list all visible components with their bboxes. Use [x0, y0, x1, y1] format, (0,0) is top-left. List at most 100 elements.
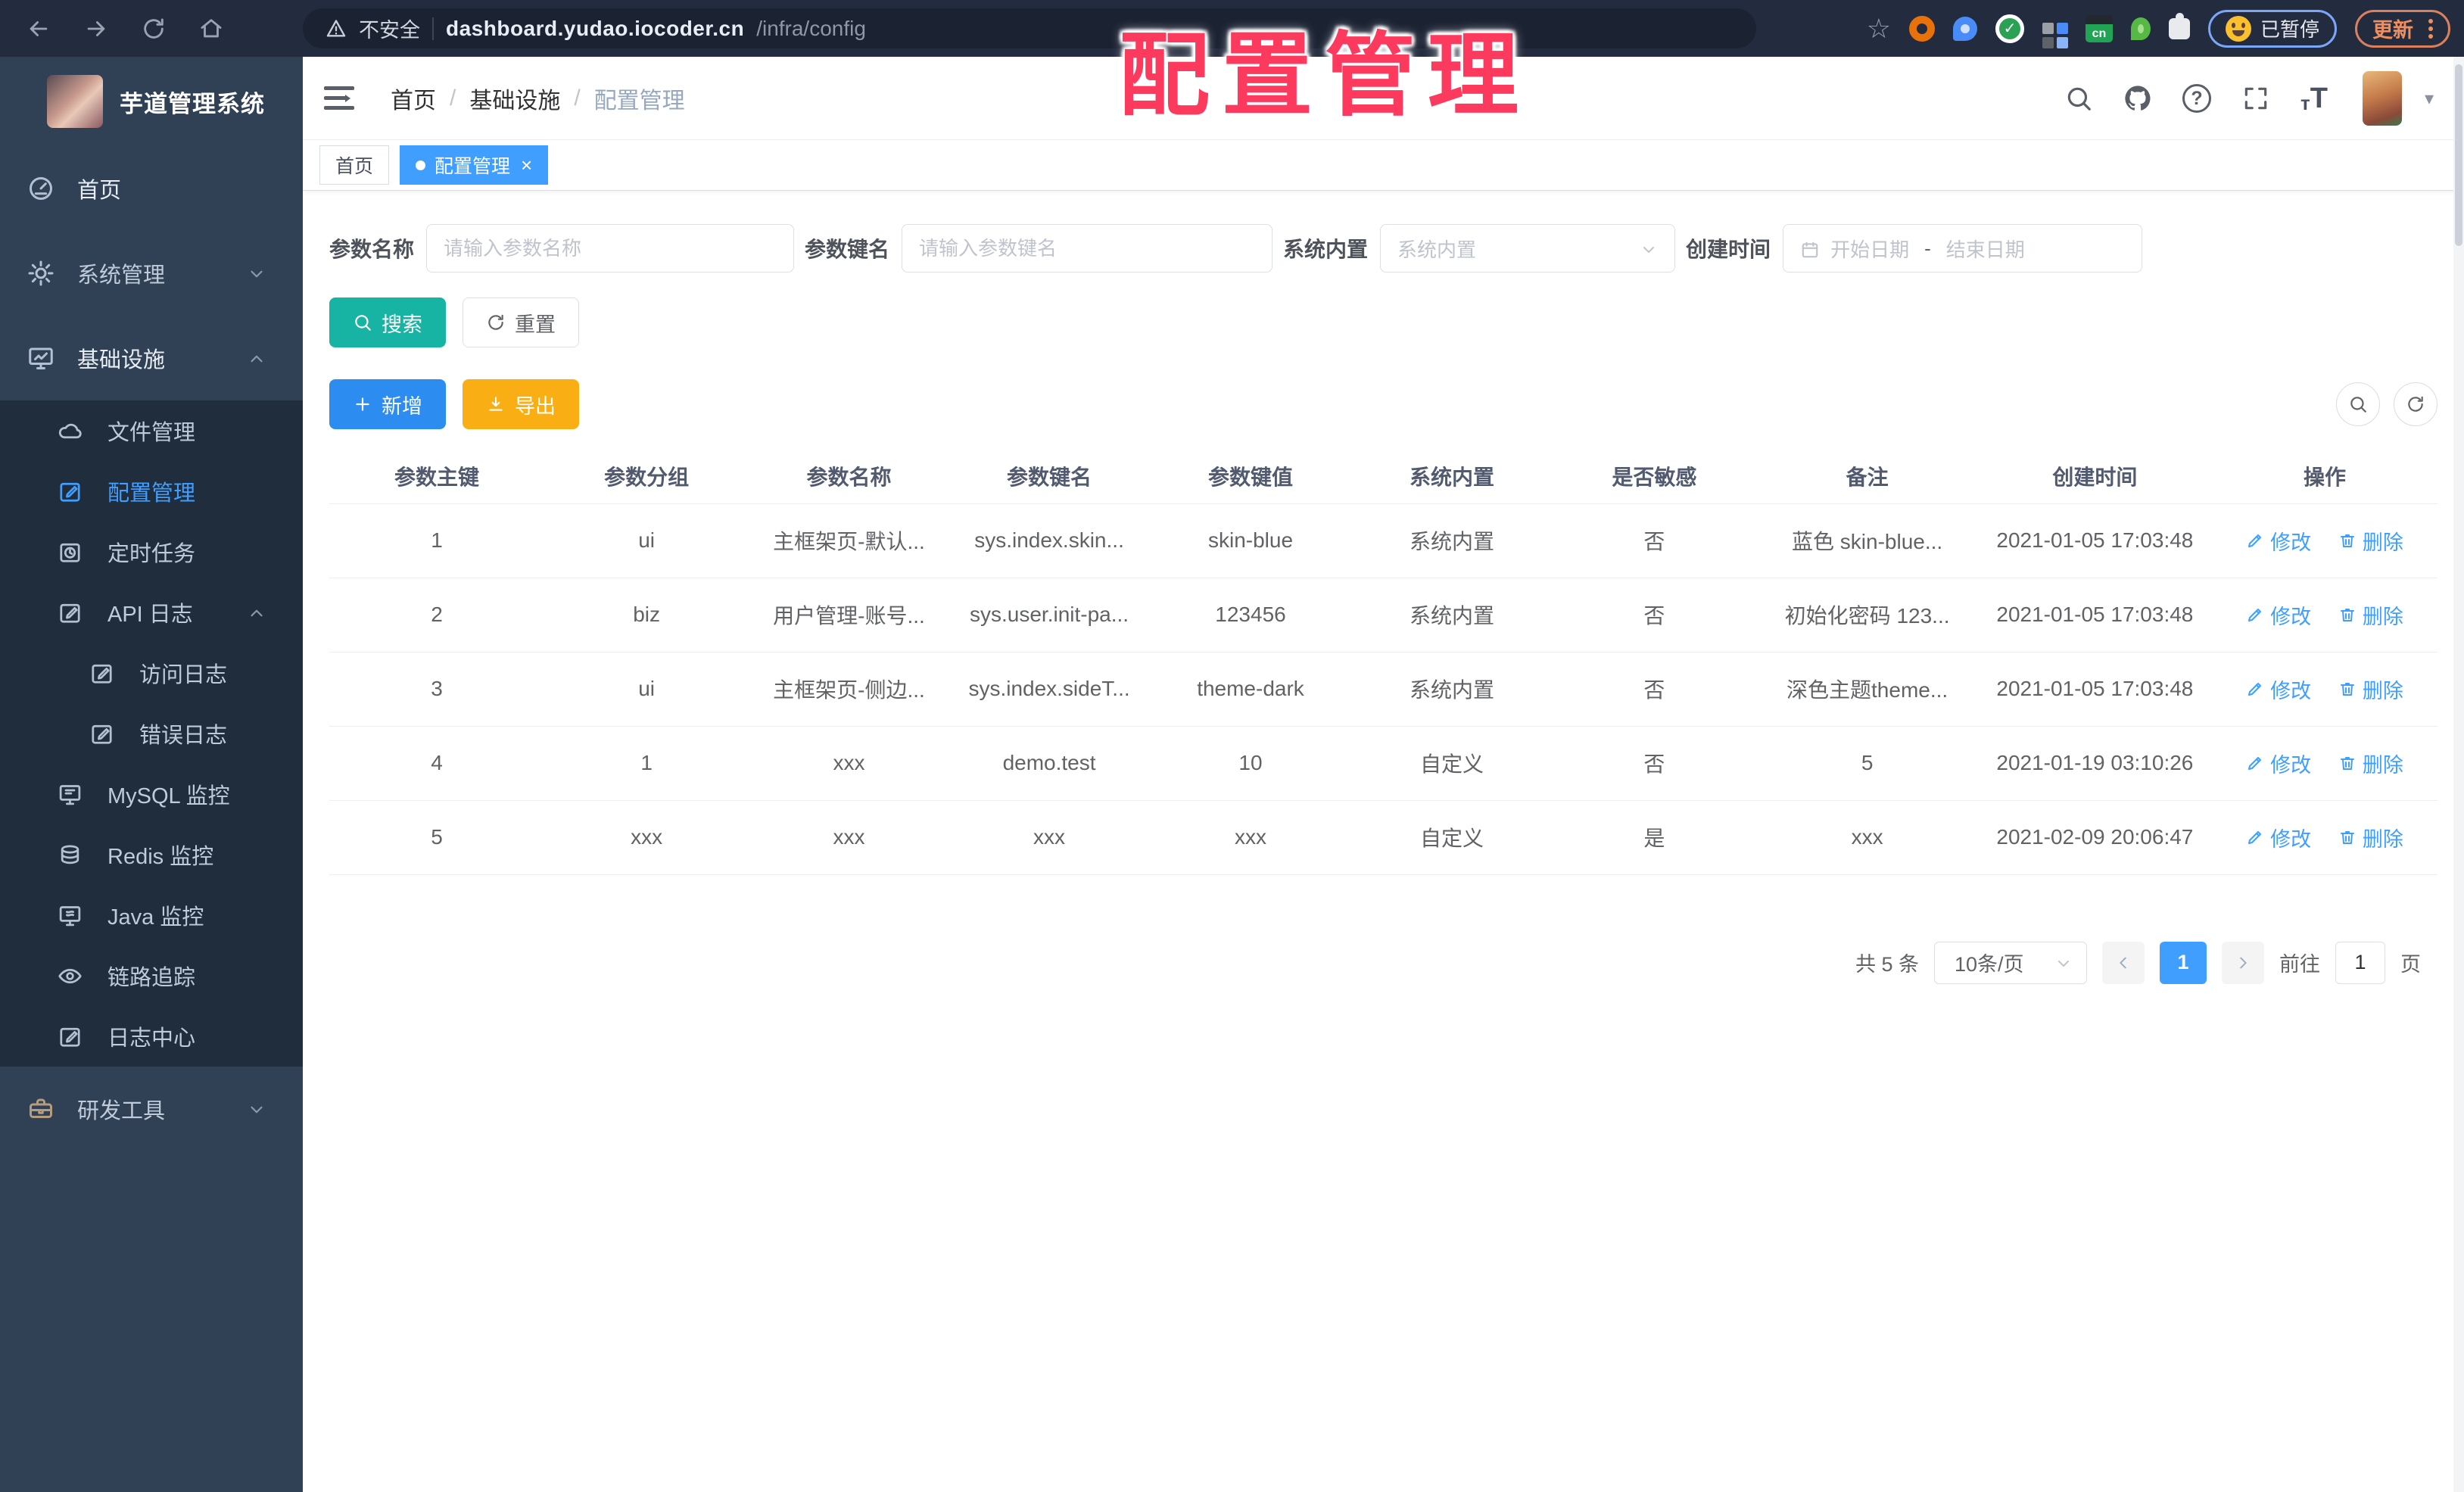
delete-row-button[interactable]: 删除: [2338, 526, 2403, 556]
breadcrumb-home[interactable]: 首页: [391, 82, 436, 115]
table-row: 3 ui 主框架页-侧边... sys.index.sideT... theme…: [329, 652, 2438, 727]
database-icon: [58, 841, 88, 868]
user-avatar[interactable]: [2362, 71, 2402, 126]
extension-ring-icon[interactable]: [1908, 15, 1935, 42]
export-button[interactable]: 导出: [463, 379, 579, 429]
param-key-input[interactable]: [902, 224, 1273, 273]
goto-page-input[interactable]: [2335, 941, 2385, 984]
col-remark: 备注: [1756, 449, 1978, 504]
sidebar-item-file-management[interactable]: 文件管理: [0, 400, 303, 461]
add-button[interactable]: 新增: [329, 379, 446, 429]
breadcrumb-infrastructure[interactable]: 基础设施: [469, 82, 560, 115]
edit-row-button[interactable]: 修改: [2246, 749, 2311, 778]
trash-icon: [2338, 606, 2357, 624]
extension-plant-icon[interactable]: [2130, 17, 2151, 40]
tag-home[interactable]: 首页: [319, 145, 390, 185]
next-page-button[interactable]: [2222, 941, 2264, 984]
start-date-placeholder: 开始日期: [1830, 238, 1910, 261]
extension-grid-icon[interactable]: [2042, 23, 2054, 34]
extension-cn-icon[interactable]: cn: [2085, 14, 2113, 42]
delete-row-button[interactable]: 删除: [2338, 749, 2403, 778]
system-builtin-select[interactable]: 系统内置: [1380, 224, 1676, 273]
main-area: 首页 / 基础设施 / 配置管理 ? тT ▾ 首页 配置管理 × 参数名称 请…: [303, 57, 2464, 1492]
scrollbar-thumb[interactable]: [2455, 64, 2462, 246]
toggle-search-button[interactable]: [2336, 382, 2380, 426]
sidebar-item-access-logs[interactable]: 访问日志: [0, 643, 303, 703]
browser-menu-icon[interactable]: [2428, 26, 2433, 31]
table-cell: 3: [329, 652, 545, 727]
close-tag-icon[interactable]: ×: [521, 155, 532, 175]
sidebar-item-api-logs[interactable]: API 日志: [0, 582, 303, 643]
help-icon[interactable]: ?: [2182, 84, 2211, 113]
edit-row-button[interactable]: 修改: [2246, 600, 2311, 630]
refresh-table-button[interactable]: [2394, 382, 2438, 426]
table-cell: xxx: [949, 800, 1150, 875]
sidebar-item-redis-monitor[interactable]: Redis 监控: [0, 824, 303, 885]
sidebar-item-java-monitor[interactable]: Java 监控: [0, 885, 303, 945]
browser-home-icon[interactable]: [198, 16, 224, 42]
sidebar-item-tracing[interactable]: 链路追踪: [0, 945, 303, 1006]
sidebar-item-log-center[interactable]: 日志中心: [0, 1006, 303, 1067]
pencil-icon: [2246, 828, 2264, 846]
bookmark-star-icon[interactable]: ☆: [1867, 14, 1891, 42]
page-number-button[interactable]: 1: [2160, 941, 2207, 984]
avatar-caret-down-icon[interactable]: ▾: [2425, 88, 2434, 110]
edit-row-button[interactable]: 修改: [2246, 823, 2311, 852]
page-scrollbar[interactable]: [2453, 57, 2464, 1492]
reload-icon[interactable]: [141, 16, 167, 42]
param-name-input[interactable]: [426, 224, 795, 273]
table-cell: 系统内置: [1351, 578, 1553, 653]
github-icon[interactable]: [2123, 84, 2152, 113]
plus-icon: [353, 394, 372, 414]
sidebar-item-system-management[interactable]: 系统管理: [0, 231, 303, 316]
back-icon[interactable]: [26, 16, 51, 42]
prev-page-button[interactable]: [2102, 941, 2145, 984]
goto-label: 前往: [2279, 953, 2320, 976]
address-bar[interactable]: 不安全 dashboard.yudao.iocoder.cn /infra/co…: [303, 8, 1756, 48]
hamburger-icon[interactable]: [324, 86, 354, 110]
table-cell: sys.user.init-pa...: [949, 578, 1150, 653]
sidebar-item-home[interactable]: 首页: [0, 146, 303, 231]
col-param-key: 参数键名: [949, 449, 1150, 504]
page-size-select[interactable]: 10条/页: [1934, 941, 2087, 984]
search-button[interactable]: 搜索: [329, 297, 446, 347]
update-browser-button[interactable]: 更新: [2355, 9, 2450, 48]
table-cell: 2021-01-19 03:10:26: [1977, 726, 2212, 801]
reset-button[interactable]: 重置: [463, 297, 579, 347]
edit-row-button[interactable]: 修改: [2246, 674, 2311, 704]
forward-icon[interactable]: [83, 16, 109, 42]
edit-row-button[interactable]: 修改: [2246, 526, 2311, 556]
table-cell: 2021-01-05 17:03:48: [1977, 652, 2212, 727]
sidebar-logo-row[interactable]: 芋道管理系统: [0, 57, 303, 146]
param-key-label: 参数键名: [805, 238, 890, 261]
sidebar-item-dev-tools[interactable]: 研发工具: [0, 1067, 303, 1151]
table-cell: 2021-01-05 17:03:48: [1977, 503, 2212, 578]
table-cell: xxx: [1756, 800, 1978, 875]
date-range-picker[interactable]: 开始日期 - 结束日期: [1783, 224, 2143, 273]
tag-config-management[interactable]: 配置管理 ×: [400, 145, 549, 185]
search-icon[interactable]: [2064, 84, 2093, 113]
sidebar-item-mysql-monitor[interactable]: MySQL 监控: [0, 764, 303, 824]
monitor-screen-icon: [58, 780, 88, 808]
delete-row-button[interactable]: 删除: [2338, 600, 2403, 630]
config-table: 参数主键 参数分组 参数名称 参数键名 参数键值 系统内置 是否敏感 备注 创建…: [329, 449, 2438, 875]
extensions-puzzle-icon[interactable]: [2168, 12, 2190, 39]
delete-row-button[interactable]: 删除: [2338, 823, 2403, 852]
sidebar-item-config-management[interactable]: 配置管理: [0, 461, 303, 522]
sidebar-item-scheduled-tasks[interactable]: 定时任务: [0, 522, 303, 582]
app-window: 芋道管理系统 首页 系统管理 基础设施 文件管理 配置管理 定时任务 API 日…: [0, 57, 2464, 1492]
url-host: dashboard.yudao.iocoder.cn: [446, 16, 745, 40]
table-cell: 系统内置: [1351, 503, 1553, 578]
delete-row-button[interactable]: 删除: [2338, 674, 2403, 704]
table-cell: 1: [544, 726, 749, 801]
filter-form: 参数名称 参数键名 系统内置 系统内置 创建时间: [329, 223, 2438, 273]
fullscreen-icon[interactable]: [2241, 84, 2270, 113]
extension-check-icon[interactable]: ✓: [1995, 14, 2024, 43]
table-cell: 自定义: [1351, 800, 1553, 875]
sidebar-item-error-logs[interactable]: 错误日志: [0, 703, 303, 764]
app-title: 芋道管理系统: [120, 90, 265, 117]
font-size-icon[interactable]: тT: [2300, 83, 2328, 115]
extension-pin-icon[interactable]: [1952, 16, 1977, 41]
profile-paused-chip[interactable]: 已暂停: [2207, 9, 2337, 48]
sidebar-item-infrastructure[interactable]: 基础设施: [0, 316, 303, 400]
